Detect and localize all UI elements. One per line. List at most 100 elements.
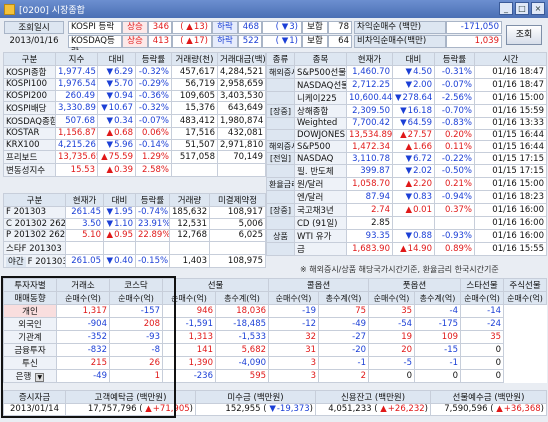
world-row[interactable]: Weighted7,700.42 64.59-0.83%01/16 13:33 bbox=[266, 117, 547, 130]
futures-volume: 12,768 bbox=[169, 229, 210, 242]
index-rate: 0.06% bbox=[135, 127, 172, 140]
world-change: 0.83 bbox=[392, 190, 435, 204]
world-row[interactable]: 필. 반도체399.87 2.02-0.50%01/15 17:15 bbox=[266, 164, 547, 178]
night-futures-row[interactable]: 야간F 201303261.050.40-0.15%1,403108,975 bbox=[3, 253, 266, 268]
down-arrow-icon: 5.96 bbox=[107, 140, 133, 150]
world-rate: 0.37% bbox=[434, 203, 475, 217]
investor-sub-header: 총수계(억) bbox=[414, 291, 462, 305]
investor-row[interactable]: 금융투자 -832 -8 141 5,682 31 -20 20 -15 0 bbox=[3, 343, 547, 357]
investor-value: -49 bbox=[318, 317, 370, 331]
index-row[interactable]: 프리보드13,735.6575.591.29%517,05870,149 bbox=[3, 150, 266, 164]
index-value: 3,330.89 bbox=[55, 101, 98, 115]
maximize-button[interactable]: □ bbox=[515, 2, 529, 15]
index-value: 1,156.87 bbox=[55, 127, 98, 140]
world-row[interactable]: CD (91일) 2.85 01/16 16:00 bbox=[266, 216, 547, 230]
futures-row[interactable]: C 201302 262.53.501.1023.91%12,5315,006 bbox=[3, 217, 266, 230]
investor-sub-header: 총수계(억) bbox=[318, 291, 370, 305]
world-item: S&P500 bbox=[294, 140, 347, 153]
world-price: 2.74 bbox=[346, 203, 393, 217]
world-row[interactable]: 환율금리원/달러1,058.70 2.200.21%01/16 15:00 bbox=[266, 177, 547, 191]
index-row[interactable]: KOSPI1001,976.54 5.70-0.29%56,7192,958,65… bbox=[3, 78, 266, 91]
futures-volume bbox=[169, 240, 210, 255]
investor-row[interactable]: 개인 1,317 -157 946 18,036 -19 75 35 -4 -14 bbox=[3, 304, 547, 318]
world-change bbox=[392, 216, 435, 230]
world-row[interactable]: [장중]국고채3년2.74 0.010.37%01/16 16:00 bbox=[266, 203, 547, 217]
futures-row[interactable]: 스타F 201303 bbox=[3, 240, 266, 255]
futures-row[interactable]: F 201303261.451.95-0.74%185,632108,917 bbox=[3, 206, 266, 219]
up-arrow-icon: 0.68 bbox=[107, 128, 133, 138]
down-arrow-icon: 5.70 bbox=[107, 79, 133, 89]
up-arrow-icon: 0.39 bbox=[107, 165, 133, 175]
dropdown-arrow-icon[interactable]: ▼ bbox=[35, 373, 45, 382]
index-row[interactable]: KOSDAQ종합507.68 0.34-0.07%483,4121,980,874 bbox=[3, 114, 266, 128]
minimize-button[interactable]: _ bbox=[499, 2, 513, 15]
futures-volume: 12,531 bbox=[169, 217, 210, 230]
investor-row[interactable]: 외국인 -904 208 -1,591 -18,485 -12 -49 -54 -175 -24 bbox=[3, 317, 547, 331]
index-col-header: 등락률 bbox=[135, 52, 172, 66]
kosdaq-up-label: 상승 bbox=[122, 35, 148, 48]
futures-col-header: 구분 bbox=[3, 193, 66, 207]
index-row[interactable]: KRX1004,215.26 5.96-0.14%51,5072,971,810 bbox=[3, 138, 266, 151]
index-change: 0.68 bbox=[97, 127, 136, 140]
world-item: 니케이225 bbox=[294, 91, 347, 105]
world-row[interactable]: 해외증시S&P5001,472.34 1.660.11%01/15 16:44 bbox=[266, 140, 547, 153]
world-price: 3,110.78 bbox=[346, 152, 393, 165]
world-item: Weighted bbox=[294, 117, 347, 130]
world-row[interactable]: 엔/달러87.94 0.83-0.94%01/16 18:23 bbox=[266, 190, 547, 204]
investor-value: 19 bbox=[368, 330, 416, 344]
index-amount: 2,958,659 bbox=[217, 78, 266, 91]
world-row[interactable]: [전일]NASDAQ3,110.78 6.72-0.22%01/15 17:15 bbox=[266, 152, 547, 165]
investor-group-header: 스타선물 bbox=[460, 278, 505, 292]
index-row[interactable]: KOSTAR1,156.87 0.680.06%17,516432,081 bbox=[3, 127, 266, 140]
night-futures-name: 야간 F 201303 bbox=[3, 253, 66, 268]
query-button[interactable]: 조회 bbox=[506, 25, 542, 45]
world-row[interactable]: DOWJONES13,534.89 27.570.20%01/15 16:44 bbox=[266, 128, 547, 141]
index-row[interactable]: KOSPI배당3,330.8910.67-0.32%15,376643,649 bbox=[3, 101, 266, 115]
world-category: [장중] bbox=[266, 203, 295, 217]
kosdaq-flat-count: 64 bbox=[328, 35, 352, 48]
world-row[interactable]: 상품WTI 유가93.35 0.88-0.93%01/16 16:00 bbox=[266, 229, 547, 243]
world-row[interactable]: NASDAQ선물2,712.25 2.00-0.07%01/16 18:47 bbox=[266, 78, 547, 92]
index-col-header: 구분 bbox=[3, 52, 56, 66]
investor-value: 3 bbox=[268, 356, 320, 370]
world-category bbox=[266, 216, 295, 230]
index-rate: 1.29% bbox=[135, 150, 172, 164]
close-button[interactable]: × bbox=[531, 2, 545, 15]
futures-row[interactable]: P 201302 262.55.100.9522.89%12,7686,025 bbox=[3, 229, 266, 242]
world-change: 14.90 bbox=[392, 242, 435, 256]
futures-col-header: 등락률 bbox=[135, 193, 170, 207]
investor-value: -54 bbox=[368, 317, 416, 331]
world-row[interactable]: 니케이22510,600.44278.64-2.56%01/16 15:00 bbox=[266, 91, 547, 105]
investor-row[interactable]: 은행 ▼ -49 1 -236 595 3 2 0 0 0 bbox=[3, 369, 547, 383]
funds-col-header: 선물예수금 (백만원) bbox=[430, 390, 547, 404]
world-change: 16.18 bbox=[392, 104, 435, 118]
world-row[interactable]: [장중]상해종합2,309.50 16.18-0.70%01/16 15:59 bbox=[266, 104, 547, 118]
futures-rate: 23.91% bbox=[135, 217, 170, 230]
world-rate: 0.20% bbox=[434, 128, 475, 141]
world-item: 엔/달러 bbox=[294, 190, 347, 204]
world-change: 4.50 bbox=[392, 65, 435, 79]
index-name: KOSTAR bbox=[3, 127, 56, 140]
investor-value: -14 bbox=[460, 304, 505, 318]
world-price: 10,600.44 bbox=[346, 91, 393, 105]
world-category bbox=[266, 128, 295, 141]
index-row[interactable]: KOSPI종합1,977.45 6.29-0.32%457,6174,284,52… bbox=[3, 65, 266, 79]
world-row[interactable]: 금1,683.90 14.900.89%01/16 15:55 bbox=[266, 242, 547, 256]
world-col-header: 등락률 bbox=[434, 52, 475, 66]
investor-sub-header: 순매수(억) bbox=[109, 291, 163, 305]
world-price: 2,309.50 bbox=[346, 104, 393, 118]
investor-type-label: 외국인 bbox=[18, 320, 42, 330]
index-row[interactable]: 변동성지수15.53 0.392.58% bbox=[3, 163, 266, 177]
world-change: 2.20 bbox=[392, 177, 435, 191]
investor-row[interactable]: 기관계 -352 -93 1,313 -1,533 32 -27 19 109 35 bbox=[3, 330, 547, 344]
investor-type: 기관계 bbox=[3, 330, 57, 344]
investor-row[interactable]: 투신 215 26 1,390 -4,090 3 -1 -5 -1 0 bbox=[3, 356, 547, 370]
world-row[interactable]: 해외증시S&P500선물1,460.70 4.50-0.31%01/16 18:4… bbox=[266, 65, 547, 79]
investor-value: 1,317 bbox=[56, 304, 110, 318]
index-value: 1,976.54 bbox=[55, 78, 98, 91]
investor-value: -49 bbox=[56, 369, 110, 383]
index-amount: 70,149 bbox=[217, 150, 266, 164]
investor-value: -1 bbox=[318, 356, 370, 370]
investor-value: 75 bbox=[318, 304, 370, 318]
index-row[interactable]: KOSPI200260.49 0.94-0.36%109,6053,403,530 bbox=[3, 89, 266, 102]
